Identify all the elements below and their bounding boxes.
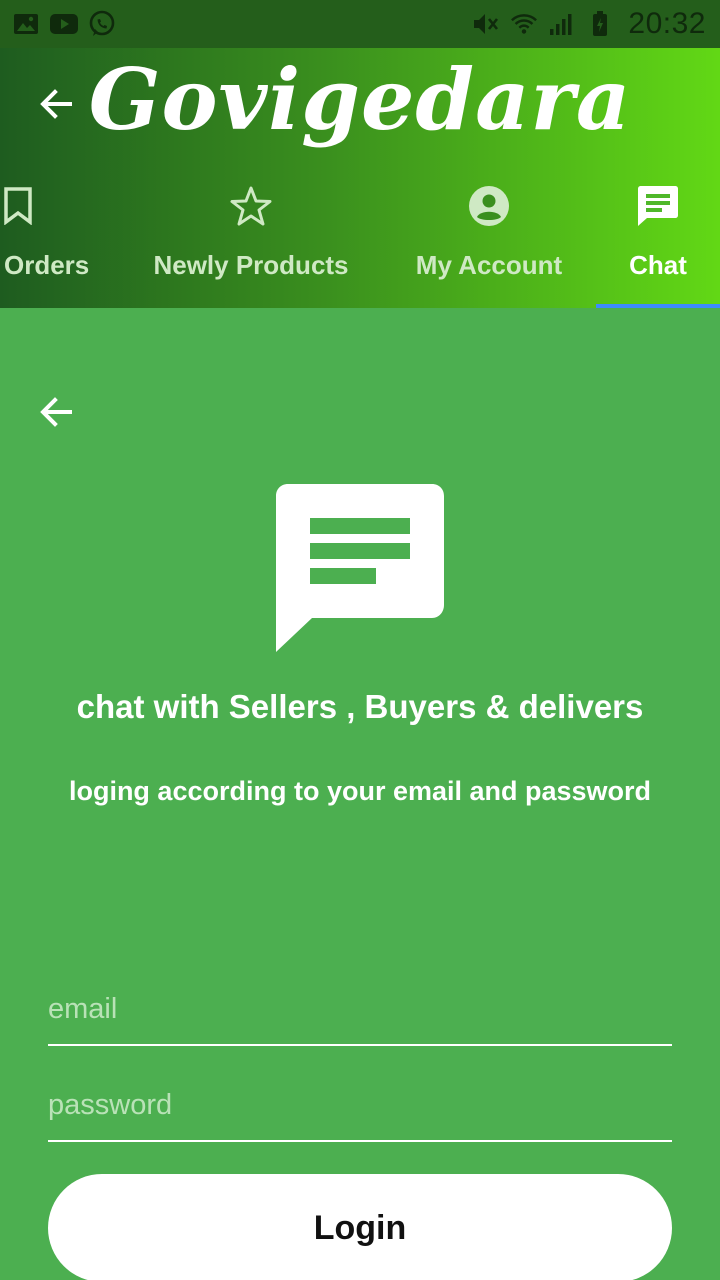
battery-icon: [586, 10, 614, 38]
gallery-icon: [12, 10, 40, 38]
signal-icon: [548, 10, 576, 38]
app-title: Govigedara: [88, 50, 632, 149]
login-button[interactable]: Login: [48, 1174, 672, 1280]
arrow-back-icon[interactable]: [36, 392, 76, 432]
chat-icon: [636, 184, 680, 228]
status-bar: 20:32: [0, 0, 720, 48]
star-icon: [229, 184, 273, 228]
status-bar-right: 20:32: [472, 7, 706, 41]
email-field[interactable]: [48, 974, 672, 1044]
password-field-container: [48, 1070, 672, 1142]
status-bar-left: [12, 10, 116, 38]
wifi-icon: [510, 10, 538, 38]
password-field[interactable]: [48, 1070, 672, 1140]
tab-indicator: [596, 304, 720, 308]
tab-chat[interactable]: Chat: [596, 178, 720, 308]
tab-label: Orders: [4, 250, 90, 280]
tab-orders[interactable]: Orders: [4, 178, 89, 308]
whatsapp-icon: [88, 10, 116, 38]
chat-headline: chat with Sellers , Buyers & delivers: [76, 688, 644, 725]
bookmark-icon: [4, 184, 34, 228]
tab-my-account[interactable]: My Account: [410, 178, 568, 308]
email-field-container: [48, 974, 672, 1046]
chat-icon: [276, 484, 444, 652]
account-circle-icon: [467, 184, 511, 228]
tab-label: Chat: [629, 250, 687, 280]
tab-label: Newly Products: [153, 250, 349, 280]
youtube-icon: [50, 10, 78, 38]
tab-newly-products[interactable]: Newly Products: [150, 178, 352, 308]
mute-icon: [472, 10, 500, 38]
login-instructions: loging according to your email and passw…: [68, 776, 652, 806]
tab-label: My Account: [415, 250, 563, 280]
app-header: Govigedara Orders Newly Products My Acco…: [0, 48, 720, 308]
tab-bar: Orders Newly Products My Account Chat: [0, 178, 720, 308]
status-bar-time: 20:32: [628, 7, 706, 40]
